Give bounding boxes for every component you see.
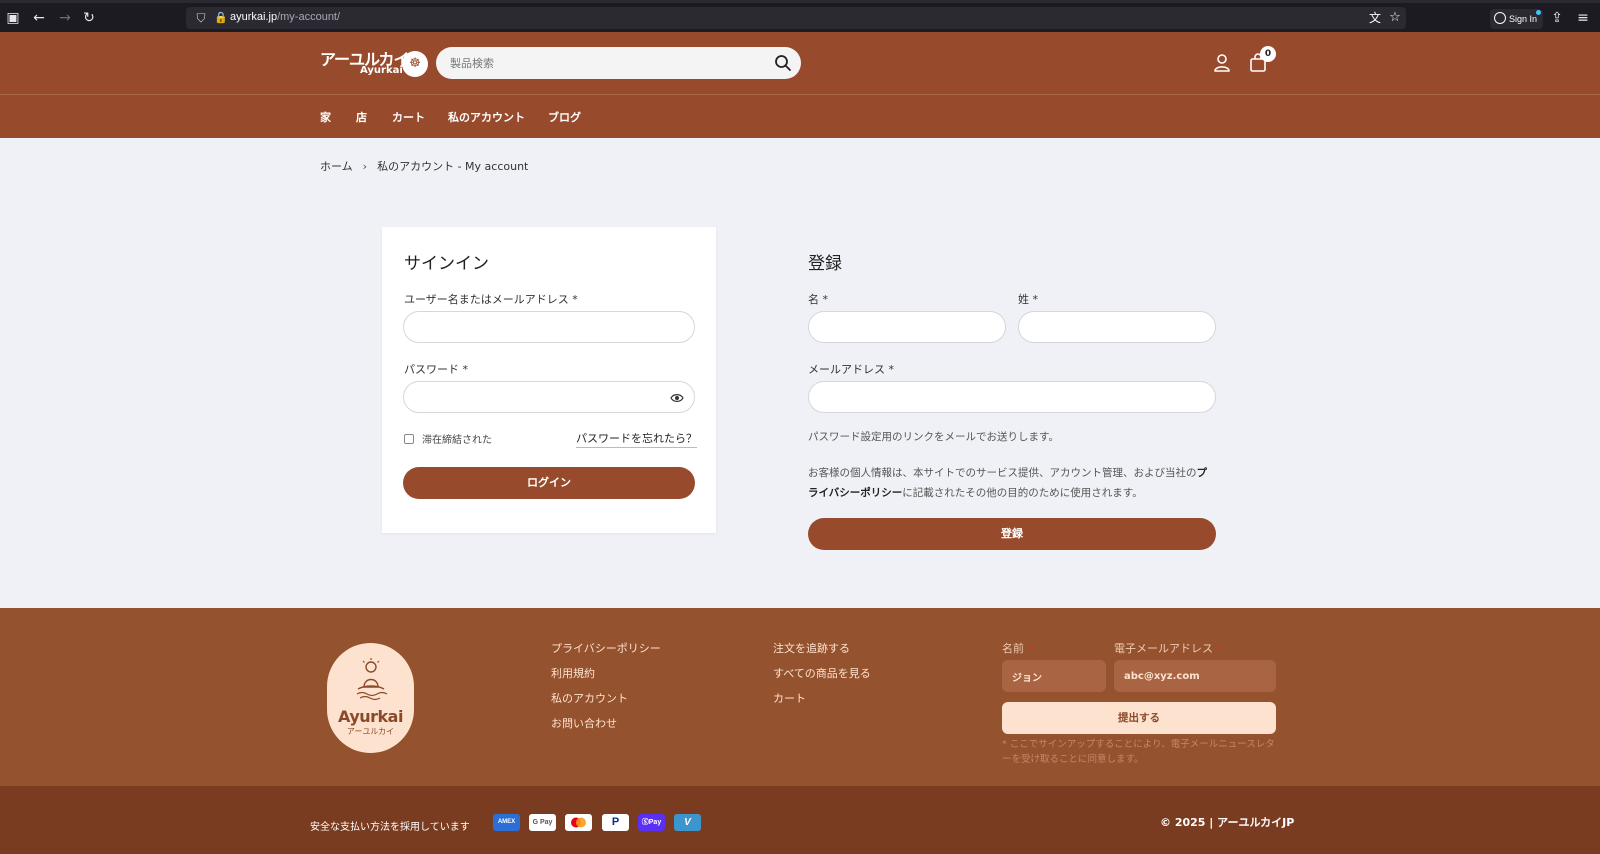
newsletter-name-field <box>1002 660 1106 692</box>
breadcrumb-separator: › <box>362 160 368 173</box>
footer-bottom-bar: 安全な支払い方法を採用しています AMEX G Pay P ⓈPay V © 2… <box>0 786 1600 854</box>
copyright: © 2025 | アーユルカイJP <box>1160 816 1295 829</box>
logo-emblem-icon: ☸ <box>402 51 428 77</box>
nav-item-shop[interactable]: 店 <box>356 109 367 125</box>
extensions-icon[interactable]: ⇪ <box>1548 9 1566 27</box>
main-nav: 家 店 カート 私のアカウント ブログ <box>0 94 1600 138</box>
privacy-note: お客様の個人情報は、本サイトでのサービス提供、アカウント管理、および当社のプ ライ… <box>808 467 1207 499</box>
login-button[interactable]: ログイン <box>403 467 695 499</box>
register-title: 登録 <box>808 254 842 274</box>
shop-pay-icon: ⓈPay <box>638 814 665 831</box>
google-pay-icon: G Pay <box>529 814 556 831</box>
footer-link-contact[interactable]: お問い合わせ <box>551 715 617 731</box>
sidebar-toggle-icon[interactable]: ▣ <box>4 9 22 27</box>
password-label: パスワード * <box>404 363 468 376</box>
first-name-label: 名 * <box>808 293 828 306</box>
nav-item-cart[interactable]: カート <box>392 109 425 125</box>
first-name-input[interactable] <box>821 319 973 335</box>
email-input[interactable] <box>821 389 1183 405</box>
signin-title: サインイン <box>404 254 489 274</box>
username-label: ユーザー名またはメールアドレス * <box>404 293 578 306</box>
footer-link-all-products[interactable]: すべての商品を見る <box>773 665 871 681</box>
search-bar <box>436 47 801 79</box>
browser-sign-in-button[interactable]: Sign In <box>1490 9 1544 29</box>
shield-icon[interactable]: ⛉ <box>192 9 210 27</box>
newsletter-email-field <box>1114 660 1276 692</box>
site-logo[interactable]: アーユルカイ Ayurkai ☸ <box>320 46 428 80</box>
address-bar[interactable]: ⛉ 🔒 ayurkai.jp/my-account/ 文 ☆ <box>186 7 1406 29</box>
back-icon[interactable]: ← <box>30 9 48 27</box>
search-icon[interactable] <box>773 53 793 73</box>
amex-icon: AMEX <box>493 814 520 831</box>
show-password-icon[interactable] <box>670 391 684 405</box>
menu-icon[interactable]: ≡ <box>1574 9 1592 27</box>
meditation-figure-icon <box>356 658 388 701</box>
remember-me-label: 滞在締結された <box>422 435 492 446</box>
email-field <box>808 381 1216 413</box>
username-input[interactable] <box>416 319 662 335</box>
username-field <box>403 311 695 343</box>
footer-link-terms[interactable]: 利用規約 <box>551 665 595 681</box>
url-text[interactable]: ayurkai.jp/my-account/ <box>230 11 340 23</box>
breadcrumb-current: 私のアカウント - My account <box>377 160 529 173</box>
checkbox-box[interactable] <box>404 434 414 444</box>
first-name-field <box>808 311 1006 343</box>
nav-item-blog[interactable]: ブログ <box>548 109 581 125</box>
newsletter-disclaimer: * ここでサインアップすることにより、電子メールニュースレターを受け取ることに同… <box>1002 739 1275 765</box>
email-label: メールアドレス * <box>808 363 894 376</box>
translate-icon[interactable]: 文 <box>1366 9 1384 27</box>
nav-item-home[interactable]: 家 <box>320 109 331 125</box>
nav-item-my-account[interactable]: 私のアカウント <box>448 109 525 125</box>
browser-toolbar: ▣ ← → ↻ ⛉ 🔒 ayurkai.jp/my-account/ 文 ☆ S… <box>0 0 1600 32</box>
register-button[interactable]: 登録 <box>808 518 1216 550</box>
secure-payment-text: 安全な支払い方法を採用しています <box>310 822 470 833</box>
newsletter-email-input[interactable] <box>1124 668 1266 684</box>
breadcrumb: ホーム › 私のアカウント - My account <box>320 158 528 174</box>
site-header: アーユルカイ Ayurkai ☸ 0 <box>0 32 1600 94</box>
mastercard-icon <box>565 814 592 831</box>
search-input[interactable] <box>450 54 750 72</box>
newsletter-name-label: 名前 * <box>1002 642 1033 655</box>
password-field <box>403 381 695 413</box>
password-input[interactable] <box>416 389 662 405</box>
remember-me-checkbox[interactable]: 滞在締結された <box>404 431 492 446</box>
forgot-password-link[interactable]: パスワードを忘れたら？ <box>576 430 697 448</box>
footer-logo[interactable]: Ayurkai アーユルカイ <box>327 643 414 753</box>
reload-icon[interactable]: ↻ <box>80 9 98 27</box>
account-icon[interactable] <box>1212 52 1232 74</box>
forward-icon[interactable]: → <box>56 9 74 27</box>
footer-link-privacy[interactable]: プライバシーポリシー <box>551 640 661 656</box>
paypal-icon: P <box>602 814 629 831</box>
last-name-label: 姓 * <box>1018 293 1038 306</box>
register-section: 登録 名 * 姓 * メールアドレス * パスワード設定用のリンクをメールでお送… <box>808 227 1218 557</box>
account-icon <box>1494 12 1506 24</box>
footer-link-cart[interactable]: カート <box>773 690 806 706</box>
last-name-field <box>1018 311 1216 343</box>
newsletter-email-label: 電子メールアドレス * <box>1114 642 1222 655</box>
footer-link-track-order[interactable]: 注文を追跡する <box>773 640 850 656</box>
site-footer: Ayurkai アーユルカイ プライバシーポリシー 利用規約 私のアカウント お… <box>0 608 1600 786</box>
bookmark-star-icon[interactable]: ☆ <box>1386 9 1404 27</box>
newsletter-name-input[interactable] <box>1012 668 1096 684</box>
signin-card: サインイン ユーザー名またはメールアドレス * パスワード * 滞在締結された … <box>382 227 716 533</box>
footer-link-my-account[interactable]: 私のアカウント <box>551 690 628 706</box>
breadcrumb-home[interactable]: ホーム <box>320 160 353 173</box>
newsletter-submit-button[interactable]: 提出する <box>1002 702 1276 734</box>
last-name-input[interactable] <box>1031 319 1183 335</box>
cart-count-badge: 0 <box>1260 46 1276 62</box>
venmo-icon: V <box>674 814 701 831</box>
password-link-note: パスワード設定用のリンクをメールでお送りします。 <box>808 431 1059 443</box>
lock-icon[interactable]: 🔒 <box>212 9 230 27</box>
